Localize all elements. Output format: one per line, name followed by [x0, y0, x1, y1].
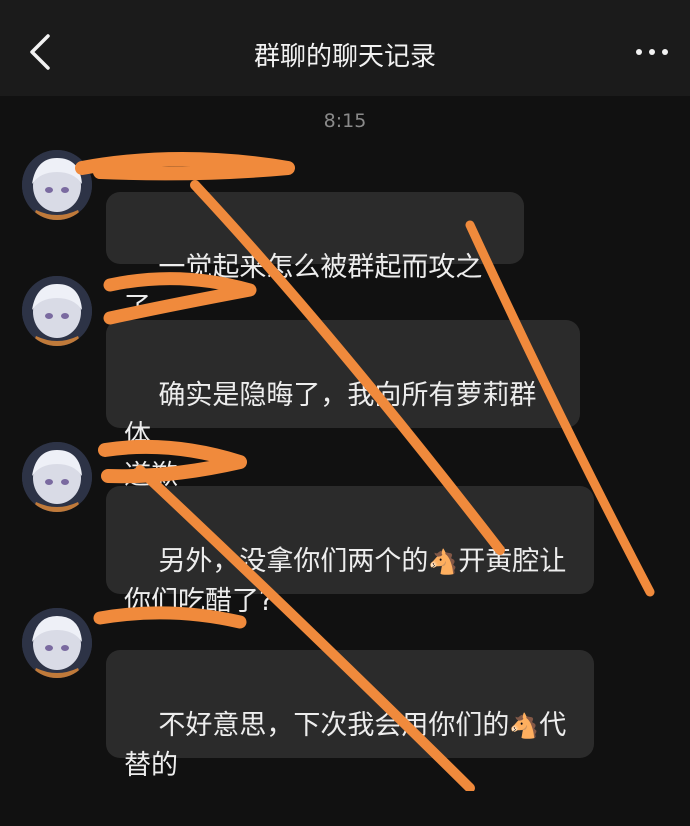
anime-avatar-icon — [22, 276, 92, 346]
message-text-part: 另外，没拿你们两个的 — [158, 546, 429, 577]
avatar[interactable] — [22, 276, 92, 346]
horse-emoji-icon: 🐴 — [509, 712, 540, 740]
header-bar: 群聊的聊天记录 — [0, 0, 690, 96]
message-text: 确实是隐晦了，我向所有萝莉群体 道歉 — [124, 380, 537, 491]
avatar[interactable] — [22, 608, 92, 678]
avatar[interactable] — [22, 150, 92, 220]
page-title: 群聊的聊天记录 — [253, 42, 436, 72]
message-bubble[interactable]: 不好意思，下次我会用你们的🐴代 替的 — [106, 650, 594, 781]
horse-emoji-icon: 🐴 — [428, 548, 459, 576]
timestamp: 8:15 — [323, 110, 367, 132]
anime-avatar-icon — [22, 442, 92, 512]
message-text-part: 不好意思，下次我会用你们的 — [158, 710, 510, 741]
message-bubble[interactable]: 确实是隐晦了，我向所有萝莉群体 道歉 — [106, 320, 580, 491]
message-bubble[interactable]: 另外，没拿你们两个的🐴开黄腔让 你们吃醋了? — [106, 486, 594, 617]
avatar[interactable] — [22, 442, 92, 512]
anime-avatar-icon — [22, 150, 92, 220]
more-button[interactable] — [634, 40, 670, 64]
message-bubble[interactable]: 一觉起来怎么被群起而攻之了 — [106, 192, 524, 323]
anime-avatar-icon — [22, 608, 92, 678]
message-text: 一觉起来怎么被群起而攻之了 — [124, 252, 483, 323]
more-dots-icon — [636, 49, 668, 55]
